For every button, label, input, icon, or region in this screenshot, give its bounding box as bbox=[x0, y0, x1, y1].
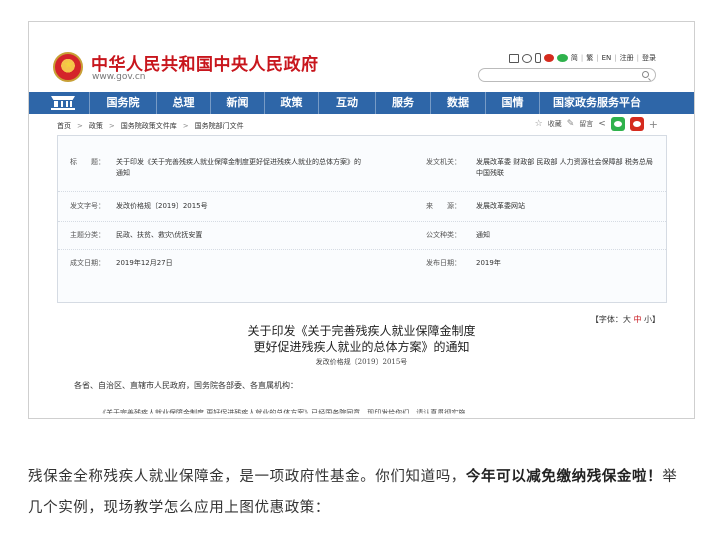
main-nav: 国务院 总理 新闻 政策 互动 服务 数据 国情 国家政务服务平台 bbox=[29, 92, 694, 114]
share-icon[interactable]: < bbox=[598, 119, 606, 129]
weibo-share-icon[interactable] bbox=[629, 117, 644, 131]
document-number: 发改价格规〔2019〕2015号 bbox=[315, 358, 408, 366]
search-input[interactable] bbox=[487, 76, 637, 88]
article-paragraph: 残保金全称残疾人就业保障金，是一项政府性基金。你们知道吗，今年可以减免缴纳残保金… bbox=[28, 462, 690, 524]
breadcrumb-policy[interactable]: 政策 bbox=[89, 121, 103, 131]
document-meta-table: 标 题： 关于印发《关于完善残疾人就业保障金制度更好促进残疾人就业的总体方案》的… bbox=[57, 135, 667, 303]
meta-label: 来 源： bbox=[426, 202, 461, 210]
national-emblem-icon[interactable] bbox=[53, 52, 83, 82]
meta-source-value: 发展改革委网站 bbox=[476, 202, 525, 210]
meta-issuer-value: 发展改革委 财政部 民政部 人力资源社会保障部 税务总局 中国残联 bbox=[476, 158, 653, 177]
wechat-share-icon[interactable] bbox=[610, 117, 625, 131]
simplified-link[interactable]: 简 bbox=[571, 53, 578, 63]
more-share-icon[interactable]: + bbox=[649, 118, 658, 131]
nav-item-national-info[interactable]: 国情 bbox=[485, 92, 539, 114]
meta-row: 成文日期： 2019年12月27日 发布日期： 2019年 bbox=[58, 250, 666, 278]
meta-row: 发文字号： 发改价格规〔2019〕2015号 来 源： 发展改革委网站 bbox=[58, 192, 666, 222]
meta-label: 主题分类： bbox=[70, 231, 105, 239]
meta-row: 标 题： 关于印发《关于完善残疾人就业保障金制度更好促进残疾人就业的总体方案》的… bbox=[58, 136, 666, 192]
wechat-icon[interactable] bbox=[556, 54, 568, 62]
document-title-line2: 更好促进残疾人就业的总体方案》的通知 bbox=[253, 340, 470, 354]
site-url: www.gov.cn bbox=[92, 72, 146, 82]
mail-icon[interactable] bbox=[508, 53, 519, 63]
page-tools: ☆ 收藏 ✎ 留言 < + bbox=[535, 117, 658, 131]
register-link[interactable]: 注册 bbox=[620, 53, 634, 63]
nav-item-premier[interactable]: 总理 bbox=[156, 92, 210, 114]
star-icon[interactable]: ☆ bbox=[535, 119, 543, 129]
meta-title-value: 关于印发《关于完善残疾人就业保障金制度更好促进残疾人就业的总体方案》的通知 bbox=[116, 158, 361, 177]
weibo-icon[interactable] bbox=[543, 54, 554, 62]
breadcrumb-separator: > bbox=[77, 122, 83, 130]
english-link[interactable]: EN bbox=[602, 54, 612, 62]
favorite-link[interactable]: 收藏 bbox=[548, 119, 562, 129]
breadcrumb-policy-library[interactable]: 国务院政策文件库 bbox=[121, 121, 177, 131]
top-links: 简 | 繁 | EN | 注册 | 登录 bbox=[508, 53, 656, 63]
nav-item-interaction[interactable]: 互动 bbox=[318, 92, 375, 114]
separator: | bbox=[580, 54, 584, 62]
screenshot-frame: 中华人民共和国中央人民政府 www.gov.cn 简 | 繁 | EN | 注册… bbox=[28, 21, 695, 419]
separator: | bbox=[596, 54, 599, 62]
meta-docno-value: 发改价格规〔2019〕2015号 bbox=[116, 202, 208, 210]
meta-label: 标 题： bbox=[70, 158, 105, 166]
meta-genre-value: 通知 bbox=[476, 231, 490, 239]
article-highlight: 今年可以减免缴纳残保金啦！ bbox=[465, 469, 663, 485]
meta-published-value: 2019年 bbox=[476, 259, 501, 267]
traditional-link[interactable]: 繁 bbox=[586, 53, 593, 63]
meta-label: 公文种类： bbox=[426, 231, 461, 239]
meta-label: 发布日期： bbox=[426, 259, 461, 267]
breadcrumb: 首页 > 政策 > 国务院政策文件库 > 国务院部门文件 bbox=[57, 121, 244, 131]
breadcrumb-separator: > bbox=[182, 122, 189, 130]
article-text: 残保金全称残疾人就业保障金，是一项政府性基金。你们知道吗， bbox=[28, 469, 466, 485]
breadcrumb-department-docs[interactable]: 国务院部门文件 bbox=[195, 121, 244, 131]
separator: | bbox=[614, 54, 617, 62]
nav-item-policy[interactable]: 政策 bbox=[264, 92, 318, 114]
nav-item-service[interactable]: 服务 bbox=[375, 92, 430, 114]
search-box bbox=[478, 68, 656, 88]
document-addressee: 各省、自治区、直辖市人民政府，国务院各部委、各直属机构： bbox=[74, 381, 298, 390]
tiananmen-icon bbox=[51, 96, 75, 110]
login-link[interactable]: 登录 bbox=[642, 53, 656, 63]
document-first-line: 《关于完善残疾人就业保障金制度 更好促进残疾人就业的总体方案》已经国务院同意，现… bbox=[99, 409, 473, 417]
mobile-icon[interactable] bbox=[534, 53, 541, 63]
nav-home[interactable] bbox=[29, 92, 89, 114]
meta-row: 主题分类： 民政、扶贫、救灾\优抚安置 公文种类： 通知 bbox=[58, 222, 666, 250]
document-title-line1: 关于印发《关于完善残疾人就业保障金制度 bbox=[247, 324, 476, 338]
breadcrumb-home[interactable]: 首页 bbox=[57, 121, 71, 131]
meta-written-value: 2019年12月27日 bbox=[116, 259, 173, 267]
nav-item-data[interactable]: 数据 bbox=[430, 92, 485, 114]
search-icon[interactable] bbox=[642, 71, 649, 78]
meta-topic-value: 民政、扶贫、救灾\优抚安置 bbox=[116, 231, 203, 239]
comment-link[interactable]: 留言 bbox=[579, 119, 593, 129]
pen-icon[interactable]: ✎ bbox=[567, 119, 575, 129]
meta-label: 发文字号： bbox=[70, 202, 105, 210]
nav-item-service-platform[interactable]: 国家政务服务平台 bbox=[539, 92, 654, 114]
nav-item-state-council[interactable]: 国务院 bbox=[89, 92, 156, 114]
site-header: 中华人民共和国中央人民政府 www.gov.cn 简 | 繁 | EN | 注册… bbox=[29, 22, 694, 90]
app-icon[interactable] bbox=[521, 53, 532, 63]
separator: | bbox=[636, 54, 639, 62]
meta-label: 发文机关： bbox=[426, 158, 461, 166]
meta-label: 成文日期： bbox=[70, 259, 105, 267]
breadcrumb-separator: > bbox=[108, 122, 115, 130]
nav-item-news[interactable]: 新闻 bbox=[210, 92, 264, 114]
